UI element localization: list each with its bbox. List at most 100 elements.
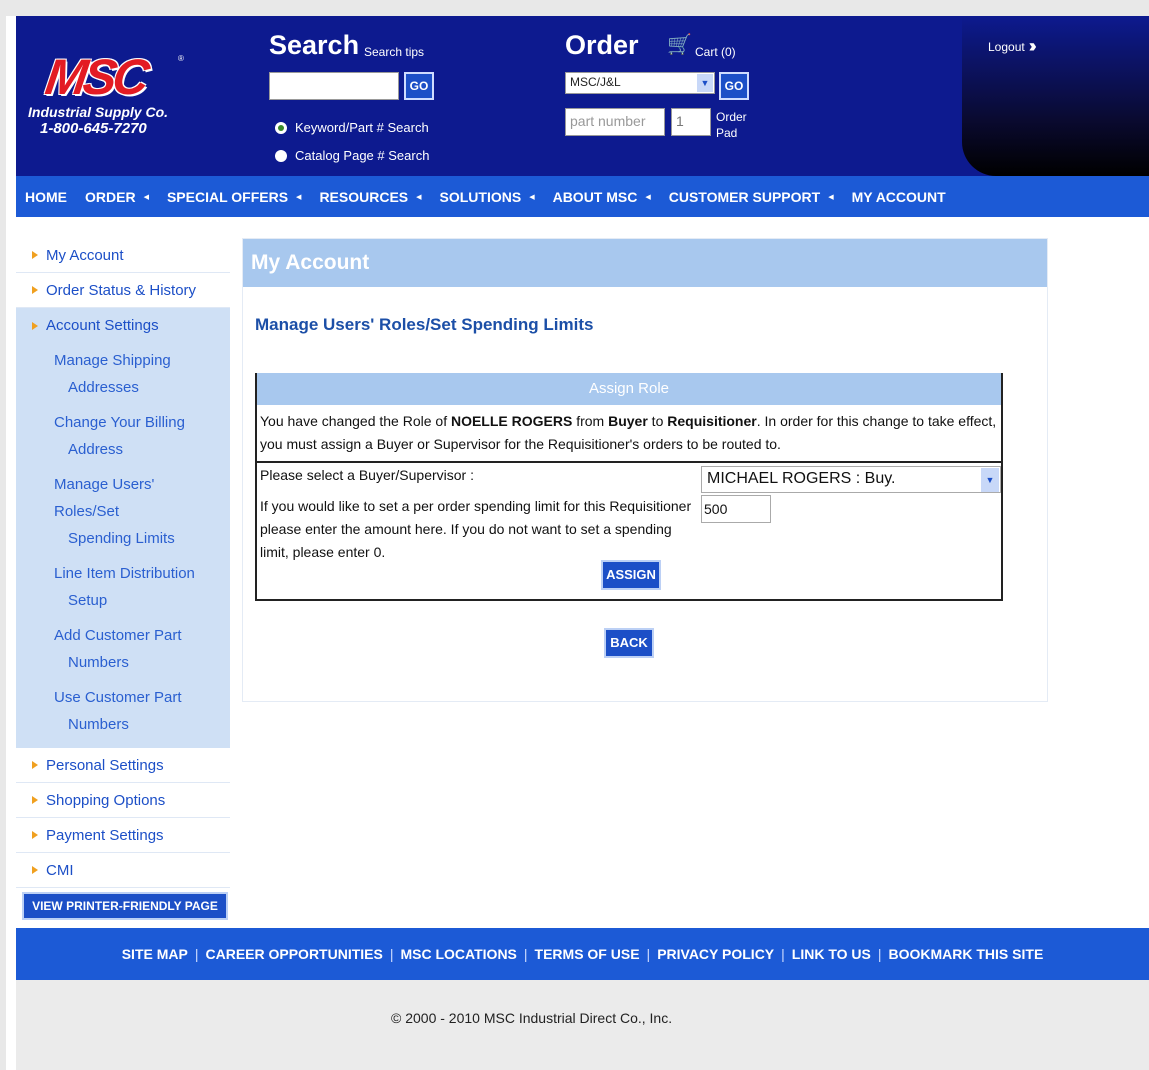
assign-form: Please select a Buyer/Supervisor : MICHA… <box>257 463 1001 599</box>
nav-about-msc[interactable]: ABOUT MSC ◀ <box>544 189 660 205</box>
site-header: MSC ® Industrial Supply Co. 1-800-645-72… <box>16 16 1149 176</box>
nav-label: ABOUT MSC <box>552 188 638 205</box>
message-text: to <box>647 413 668 429</box>
catalog-search-radio[interactable]: Catalog Page # Search <box>275 148 429 163</box>
order-go-button[interactable]: GO <box>719 72 749 100</box>
triangle-left-icon: ◀ <box>416 193 422 201</box>
printer-friendly-button[interactable]: VIEW PRINTER-FRIENDLY PAGE <box>22 892 228 920</box>
main-panel: My Account Manage Users' Roles/Set Spend… <box>242 238 1048 702</box>
logout-link[interactable]: Logout ›› <box>988 36 1037 57</box>
sidebar-subitem-add-customer-part[interactable]: Add Customer Part Numbers <box>16 618 230 680</box>
new-role: Requisitioner <box>667 413 757 429</box>
nav-my-account[interactable]: MY ACCOUNT <box>843 189 955 205</box>
search-go-button[interactable]: GO <box>404 72 434 100</box>
subitem-label: Line Item Distribution <box>54 565 195 582</box>
search-input[interactable] <box>269 72 399 100</box>
bullet-arrow-icon <box>32 866 38 874</box>
subitem-label: Spending Limits <box>68 530 175 547</box>
triangle-left-icon: ◀ <box>296 193 302 201</box>
sidebar-item-cmi[interactable]: CMI <box>16 853 230 888</box>
message-text: You have changed the Role of <box>260 413 451 429</box>
sidebar-subitem-manage-users[interactable]: Manage Users' Roles/Set Spending Limits <box>16 467 230 556</box>
bullet-arrow-icon <box>32 286 38 294</box>
subitem-label: Manage Users' Roles/Set <box>54 476 155 520</box>
subitem-label: Numbers <box>68 716 129 733</box>
footer-link-locations[interactable]: MSC LOCATIONS <box>400 946 516 962</box>
sidebar-item-personal-settings[interactable]: Personal Settings <box>16 748 230 783</box>
msc-logo[interactable]: MSC ® Industrial Supply Co. 1-800-645-72… <box>28 49 188 138</box>
cart-icon[interactable]: 🛒 <box>667 32 692 57</box>
chevron-down-icon: ▼ <box>981 468 999 492</box>
footer-link-careers[interactable]: CAREER OPPORTUNITIES <box>205 946 382 962</box>
sidebar-subitem-billing-address[interactable]: Change Your Billing Address <box>16 405 230 467</box>
keyword-search-radio[interactable]: Keyword/Part # Search <box>275 120 429 135</box>
catalog-select[interactable]: MSC/J&L ▼ <box>565 72 715 94</box>
assign-button[interactable]: ASSIGN <box>601 560 661 590</box>
sidebar-item-account-settings[interactable]: Account Settings <box>16 308 230 343</box>
bullet-arrow-icon <box>32 796 38 804</box>
nav-home[interactable]: HOME <box>16 189 76 205</box>
page: MSC ® Industrial Supply Co. 1-800-645-72… <box>6 16 1149 1070</box>
separator: | <box>523 946 528 962</box>
nav-order[interactable]: ORDER ◀ <box>76 189 158 205</box>
footer-link-bookmark[interactable]: BOOKMARK THIS SITE <box>889 946 1044 962</box>
logout-label: Logout <box>988 39 1025 54</box>
double-chevron-right-icon: ›› <box>1028 36 1037 56</box>
bullet-arrow-icon <box>32 761 38 769</box>
nav-label: ORDER <box>85 188 136 205</box>
logo-wordmark: MSC <box>42 49 150 105</box>
triangle-left-icon: ◀ <box>143 193 149 201</box>
triangle-left-icon: ◀ <box>828 193 834 201</box>
spending-limit-input[interactable]: 500 <box>701 495 771 523</box>
quantity-input[interactable]: 1 <box>671 108 711 136</box>
part-number-input[interactable]: part number <box>565 108 665 136</box>
subitem-label: Manage Shipping <box>54 352 171 369</box>
catalog-select-value: MSC/J&L <box>570 75 621 89</box>
radio-checked-icon <box>275 121 287 134</box>
subitem-label: Setup <box>68 592 108 609</box>
nav-customer-support[interactable]: CUSTOMER SUPPORT ◀ <box>660 189 843 205</box>
footer-bottom: © 2000 - 2010 MSC Industrial Direct Co.,… <box>16 980 1149 1070</box>
subitem-label: Addresses <box>68 379 139 396</box>
nav-label: RESOURCES <box>319 188 409 205</box>
subitem-label: Address <box>68 441 124 458</box>
sidebar-subitem-line-item-distribution[interactable]: Line Item Distribution Setup <box>16 556 230 618</box>
bullet-arrow-icon <box>32 251 38 259</box>
nav-solutions[interactable]: SOLUTIONS ◀ <box>431 189 544 205</box>
sidebar-item-order-status[interactable]: Order Status & History <box>16 273 230 308</box>
footer-link-site-map[interactable]: SITE MAP <box>122 946 188 962</box>
footer-link-link-to-us[interactable]: LINK TO US <box>792 946 871 962</box>
sidebar-subitem-use-customer-part[interactable]: Use Customer Part Numbers <box>16 680 230 742</box>
sidebar-subitem-manage-shipping[interactable]: Manage Shipping Addresses <box>16 343 230 405</box>
footer-links: SITE MAP | CAREER OPPORTUNITIES | MSC LO… <box>16 928 1149 980</box>
catalog-search-label: Catalog Page # Search <box>295 148 430 163</box>
search-tips-link[interactable]: Search tips <box>364 45 424 59</box>
subitem-label: Use Customer Part <box>54 689 182 706</box>
back-button[interactable]: BACK <box>604 628 654 658</box>
footer-link-terms[interactable]: TERMS OF USE <box>535 946 640 962</box>
sidebar-item-label: CMI <box>46 861 74 879</box>
page-title: My Account <box>243 239 1047 287</box>
separator: | <box>781 946 785 962</box>
logout-panel: Logout ›› <box>962 16 1149 176</box>
copyright-text: © 2000 - 2010 MSC Industrial Direct Co.,… <box>391 1010 673 1026</box>
sidebar-item-payment-settings[interactable]: Payment Settings <box>16 818 230 853</box>
buyer-select[interactable]: MICHAEL ROGERS : Buy. ▼ <box>701 466 1001 493</box>
search-heading: Search <box>269 30 360 60</box>
cart-link[interactable]: Cart (0) <box>695 45 736 59</box>
subitem-label: Numbers <box>68 654 129 671</box>
subitem-label: Add Customer Part <box>54 627 182 644</box>
order-pad-link[interactable]: Order Pad <box>716 109 756 141</box>
separator: | <box>646 946 651 962</box>
role-change-message: You have changed the Role of NOELLE ROGE… <box>257 405 1001 463</box>
main-nav: HOME ORDER ◀ SPECIAL OFFERS ◀ RESOURCES ◀ S… <box>16 176 1149 217</box>
sidebar-item-label: Account Settings <box>46 317 159 334</box>
nav-special-offers[interactable]: SPECIAL OFFERS ◀ <box>158 189 310 205</box>
sidebar-item-label: My Account <box>46 246 124 264</box>
sidebar-item-shopping-options[interactable]: Shopping Options <box>16 783 230 818</box>
sidebar-item-label: Personal Settings <box>46 756 164 774</box>
nav-resources[interactable]: RESOURCES ◀ <box>310 189 430 205</box>
footer-link-privacy[interactable]: PRIVACY POLICY <box>657 946 774 962</box>
sidebar-item-my-account[interactable]: My Account <box>16 238 230 273</box>
radio-unchecked-icon <box>275 149 287 162</box>
